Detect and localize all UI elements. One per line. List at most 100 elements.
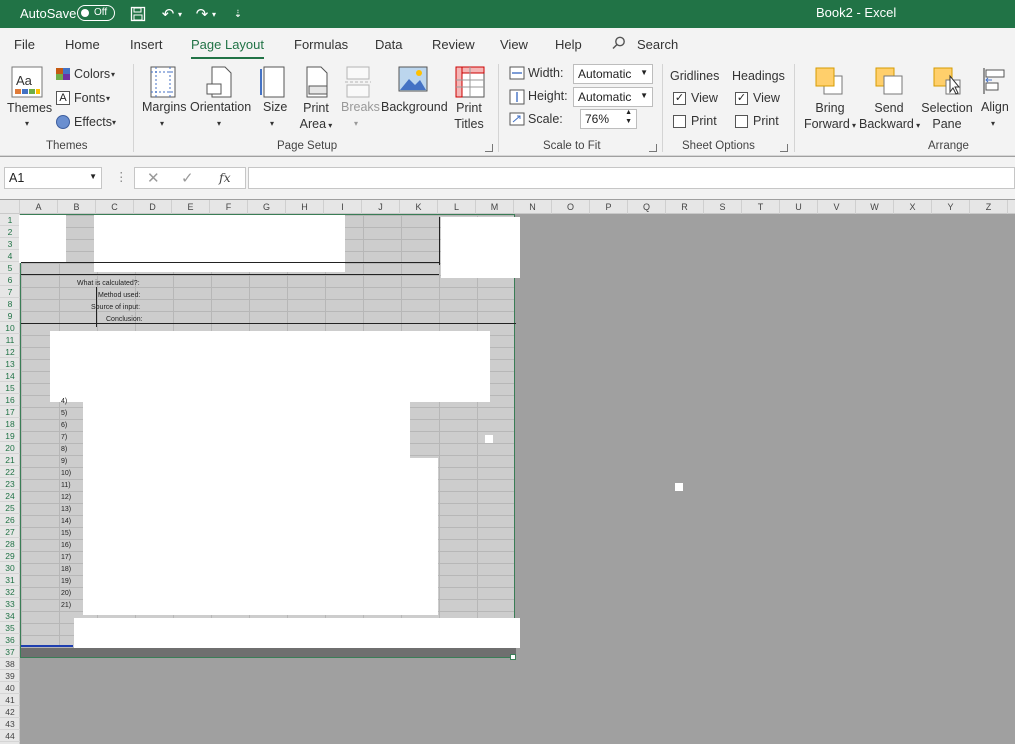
cancel-icon[interactable]: ✕ (147, 169, 160, 187)
name-box[interactable]: A1 ▼ (4, 167, 102, 189)
sheet-options-launcher-icon[interactable] (780, 144, 788, 152)
row-header-41[interactable]: 41 (0, 694, 20, 706)
themes-button-label[interactable]: Themes (7, 100, 52, 116)
themes-icon[interactable]: Aa (11, 66, 43, 98)
formula-input[interactable] (248, 167, 1015, 189)
row-header-28[interactable]: 28 (0, 538, 20, 550)
headings-print-checkbox[interactable] (735, 115, 748, 128)
scale-spinner[interactable]: 76% ▲ ▼ (580, 109, 637, 129)
column-header-y[interactable]: Y (932, 200, 970, 214)
row-header-33[interactable]: 33 (0, 598, 20, 610)
margins-button[interactable]: Margins (142, 100, 186, 114)
column-header-g[interactable]: G (248, 200, 286, 214)
undo-dropdown-icon[interactable]: ▾ (176, 4, 184, 24)
column-header-x[interactable]: X (894, 200, 932, 214)
column-header-w[interactable]: W (856, 200, 894, 214)
bring-forward-icon[interactable] (814, 66, 844, 96)
print-titles-icon[interactable] (455, 66, 485, 98)
row-header-10[interactable]: 10 (0, 322, 20, 334)
column-header-n[interactable]: N (514, 200, 552, 214)
scale-to-fit-launcher-icon[interactable] (649, 144, 657, 152)
column-header-e[interactable]: E (172, 200, 210, 214)
tab-help[interactable]: Help (555, 37, 582, 52)
row-header-9[interactable]: 9 (0, 310, 20, 322)
background-icon[interactable] (398, 66, 428, 96)
column-header-m[interactable]: M (476, 200, 514, 214)
redo-dropdown-icon[interactable]: ▾ (210, 4, 218, 24)
print-titles-button[interactable]: Print Titles (449, 100, 489, 132)
column-header-o[interactable]: O (552, 200, 590, 214)
row-header-36[interactable]: 36 (0, 634, 20, 646)
orientation-icon[interactable] (206, 66, 234, 98)
save-icon[interactable] (128, 4, 148, 24)
redo-icon[interactable]: ↷ (192, 4, 212, 24)
row-header-37[interactable]: 37 (0, 646, 20, 658)
worksheet-page[interactable]: What is calculated?: Method used: Source… (19, 214, 520, 660)
column-header-h[interactable]: H (286, 200, 324, 214)
column-header-k[interactable]: K (400, 200, 438, 214)
insert-function-icon[interactable]: fx (219, 170, 231, 185)
fonts-button[interactable]: Fonts (74, 91, 105, 105)
row-header-23[interactable]: 23 (0, 478, 20, 490)
row-header-6[interactable]: 6 (0, 274, 20, 286)
breaks-icon[interactable] (345, 66, 371, 98)
row-header-34[interactable]: 34 (0, 610, 20, 622)
column-header-r[interactable]: R (666, 200, 704, 214)
orientation-button[interactable]: Orientation (190, 100, 251, 114)
row-header-18[interactable]: 18 (0, 418, 20, 430)
row-header-4[interactable]: 4 (0, 250, 20, 262)
resize-handle-icon[interactable] (510, 654, 516, 660)
row-header-40[interactable]: 40 (0, 682, 20, 694)
column-header-u[interactable]: U (780, 200, 818, 214)
background-button[interactable]: Background (381, 100, 448, 114)
row-header-24[interactable]: 24 (0, 490, 20, 502)
tab-page-layout[interactable]: Page Layout (191, 37, 265, 59)
row-header-5[interactable]: 5 (0, 262, 20, 274)
search-icon[interactable] (612, 36, 626, 50)
row-header-17[interactable]: 17 (0, 406, 20, 418)
tab-review[interactable]: Review (432, 37, 475, 52)
row-header-26[interactable]: 26 (0, 514, 20, 526)
row-header-29[interactable]: 29 (0, 550, 20, 562)
row-header-1[interactable]: 1 (0, 214, 20, 226)
search-label[interactable]: Search (637, 37, 678, 52)
row-header-43[interactable]: 43 (0, 718, 20, 730)
headings-view-checkbox[interactable]: ✓ (735, 92, 748, 105)
height-dropdown[interactable]: Automatic ▼ (573, 87, 653, 107)
row-header-22[interactable]: 22 (0, 466, 20, 478)
margins-icon[interactable] (150, 66, 176, 98)
gridlines-view-checkbox[interactable]: ✓ (673, 92, 686, 105)
enter-icon[interactable]: ✓ (181, 169, 194, 187)
align-button[interactable]: Align (981, 100, 1009, 114)
handle-marker[interactable] (675, 483, 683, 491)
gridlines-print-checkbox[interactable] (673, 115, 686, 128)
column-header-t[interactable]: T (742, 200, 780, 214)
spin-down-icon[interactable]: ▼ (625, 118, 632, 125)
select-all-corner[interactable] (0, 200, 20, 214)
tab-home[interactable]: Home (65, 37, 100, 52)
row-header-11[interactable]: 11 (0, 334, 20, 346)
width-dropdown[interactable]: Automatic ▼ (573, 64, 653, 84)
column-header-s[interactable]: S (704, 200, 742, 214)
selection-pane-button[interactable]: Selection Pane (920, 100, 974, 132)
tab-file[interactable]: File (14, 37, 35, 52)
row-header-7[interactable]: 7 (0, 286, 20, 298)
row-header-21[interactable]: 21 (0, 454, 20, 466)
handle-marker[interactable] (485, 435, 493, 443)
row-header-8[interactable]: 8 (0, 298, 20, 310)
row-header-12[interactable]: 12 (0, 346, 20, 358)
row-header-3[interactable]: 3 (0, 238, 20, 250)
row-header-27[interactable]: 27 (0, 526, 20, 538)
colors-button[interactable]: Colors (74, 67, 110, 81)
row-header-44[interactable]: 44 (0, 730, 20, 742)
breaks-button[interactable]: Breaks (341, 100, 380, 114)
align-icon[interactable] (982, 66, 1010, 96)
row-header-2[interactable]: 2 (0, 226, 20, 238)
row-header-35[interactable]: 35 (0, 622, 20, 634)
row-header-15[interactable]: 15 (0, 382, 20, 394)
print-area-button[interactable]: Print Area ▾ (296, 100, 336, 134)
column-header-q[interactable]: Q (628, 200, 666, 214)
row-header-16[interactable]: 16 (0, 394, 20, 406)
column-header-z[interactable]: Z (970, 200, 1008, 214)
size-icon[interactable] (260, 66, 286, 98)
